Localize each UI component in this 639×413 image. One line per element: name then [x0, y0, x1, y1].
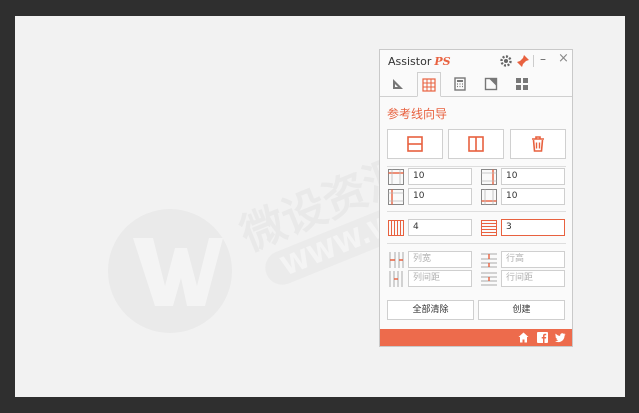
row-gap-icon: [481, 272, 497, 286]
calculator-icon: [454, 77, 466, 91]
corner-radius-icon: [484, 77, 498, 91]
margin-bottom-input[interactable]: 10: [501, 188, 565, 205]
section-divider: [387, 243, 566, 244]
app-name-suffix: PS: [434, 55, 451, 68]
margin-bottom-icon: [481, 189, 497, 205]
row-gap-input[interactable]: 行间距: [501, 270, 565, 287]
column-width-icon: [389, 252, 404, 268]
panel-title: Assistor PS: [388, 55, 451, 68]
column-width-input[interactable]: 列宽: [408, 251, 472, 268]
grid-icon: [422, 77, 436, 92]
panel-titlebar: Assistor PS – ×: [380, 50, 572, 72]
horizontal-guide-button[interactable]: [387, 129, 443, 159]
row-height-input[interactable]: 行高: [501, 251, 565, 268]
gear-icon[interactable]: [499, 54, 513, 68]
column-gap-icon: [389, 271, 403, 287]
tab-corner[interactable]: [479, 72, 503, 96]
vertical-guide-button[interactable]: [448, 129, 504, 159]
row-height-icon: [481, 253, 497, 268]
panel-footer: [380, 329, 572, 346]
tab-ruler[interactable]: [386, 72, 410, 96]
minimize-button[interactable]: –: [540, 52, 546, 66]
margin-right-input[interactable]: 10: [501, 168, 565, 185]
home-icon[interactable]: [518, 332, 529, 343]
horizontal-split-icon: [407, 136, 423, 152]
tool-tabs: [380, 72, 572, 97]
margin-top-icon: [388, 169, 404, 185]
trash-icon: [532, 136, 544, 152]
column-gap-input[interactable]: 列间距: [408, 270, 472, 287]
ruler-icon: [393, 79, 403, 89]
tab-grid[interactable]: [417, 72, 441, 97]
tab-calculator[interactable]: [448, 72, 472, 96]
margin-right-icon: [481, 169, 497, 185]
columns-icon: [388, 220, 404, 236]
section-divider: [387, 211, 566, 212]
facebook-icon[interactable]: [537, 332, 548, 343]
create-button[interactable]: 创建: [478, 300, 565, 320]
close-button[interactable]: ×: [558, 51, 569, 66]
pin-icon[interactable]: [516, 54, 530, 68]
margin-top-input[interactable]: 10: [408, 168, 472, 185]
tiles-icon: [516, 78, 528, 90]
tab-tiles[interactable]: [510, 72, 534, 96]
app-name: Assistor: [388, 55, 432, 68]
assistor-panel: Assistor PS – × 参考线向导 10 10 10 10 4 3 列宽…: [379, 49, 573, 347]
clear-all-button[interactable]: 全部清除: [387, 300, 474, 320]
margin-left-icon: [388, 189, 404, 205]
guide-wizard-title: 参考线向导: [387, 107, 448, 121]
delete-guides-button[interactable]: [510, 129, 566, 159]
twitter-icon[interactable]: [555, 332, 566, 343]
columns-input[interactable]: 4: [408, 219, 472, 236]
margin-left-input[interactable]: 10: [408, 188, 472, 205]
rows-input[interactable]: 3: [501, 219, 565, 236]
rows-icon: [481, 220, 497, 236]
titlebar-divider: [533, 55, 534, 67]
vertical-split-icon: [468, 136, 484, 152]
section-divider: [387, 166, 566, 167]
